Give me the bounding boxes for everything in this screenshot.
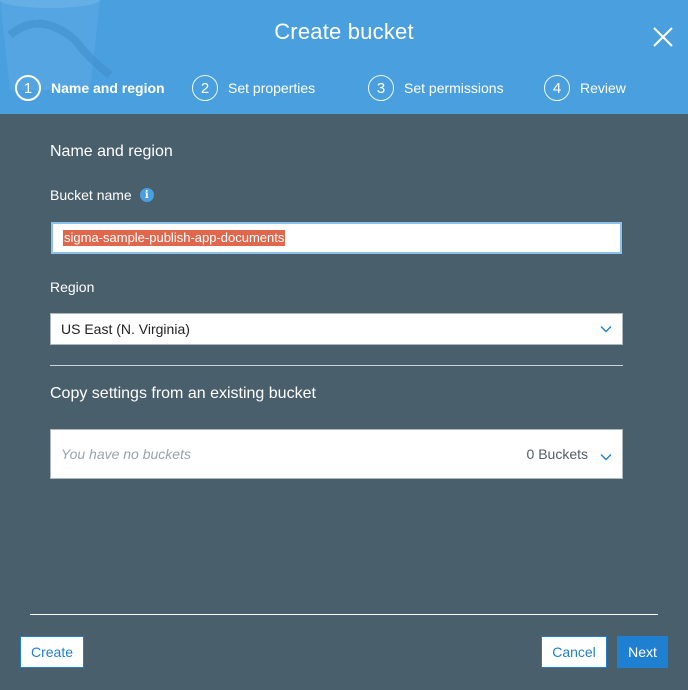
create-button[interactable]: Create [20, 636, 84, 668]
wizard-steps: 1 Name and region 2 Set properties 3 Set… [0, 74, 688, 102]
region-select[interactable]: US East (N. Virginia) [50, 313, 623, 345]
step-set-permissions[interactable]: 3 Set permissions [368, 74, 504, 102]
bucket-count: 0 Buckets [526, 446, 588, 462]
close-icon[interactable] [650, 24, 676, 50]
section-divider [50, 365, 623, 366]
step-number: 2 [192, 75, 218, 101]
bucket-name-value: sigma-sample-publish-app-documents [63, 230, 286, 246]
step-review[interactable]: 4 Review [544, 74, 626, 102]
bucket-name-label: Bucket name i [50, 187, 154, 203]
cancel-button[interactable]: Cancel [541, 636, 607, 668]
chevron-down-icon [600, 326, 612, 333]
step-set-properties[interactable]: 2 Set properties [192, 74, 315, 102]
step-label: Set properties [228, 80, 316, 96]
dialog-header: Create bucket 1 Name and region 2 Set pr… [0, 0, 688, 114]
step-label: Name and region [51, 80, 165, 96]
step-number: 3 [368, 75, 394, 101]
section-title-copy-settings: Copy settings from an existing bucket [50, 385, 316, 402]
bucket-name-label-text: Bucket name [50, 187, 132, 203]
region-value: US East (N. Virginia) [61, 321, 190, 337]
copy-settings-select[interactable]: You have no buckets 0 Buckets [50, 429, 623, 479]
step-label: Review [580, 80, 626, 96]
dialog-title: Create bucket [274, 19, 414, 44]
step-number: 1 [15, 75, 41, 101]
step-label: Set permissions [404, 80, 504, 96]
step-number: 4 [544, 75, 570, 101]
footer-divider [30, 614, 658, 615]
chevron-down-icon [600, 454, 612, 461]
step-name-and-region[interactable]: 1 Name and region [15, 74, 165, 102]
info-icon[interactable]: i [139, 188, 154, 202]
section-title-name-region: Name and region [50, 143, 173, 160]
next-button[interactable]: Next [617, 636, 668, 668]
bucket-name-input[interactable]: sigma-sample-publish-app-documents [51, 222, 622, 254]
copy-settings-placeholder: You have no buckets [61, 446, 191, 462]
region-label: Region [50, 279, 95, 295]
